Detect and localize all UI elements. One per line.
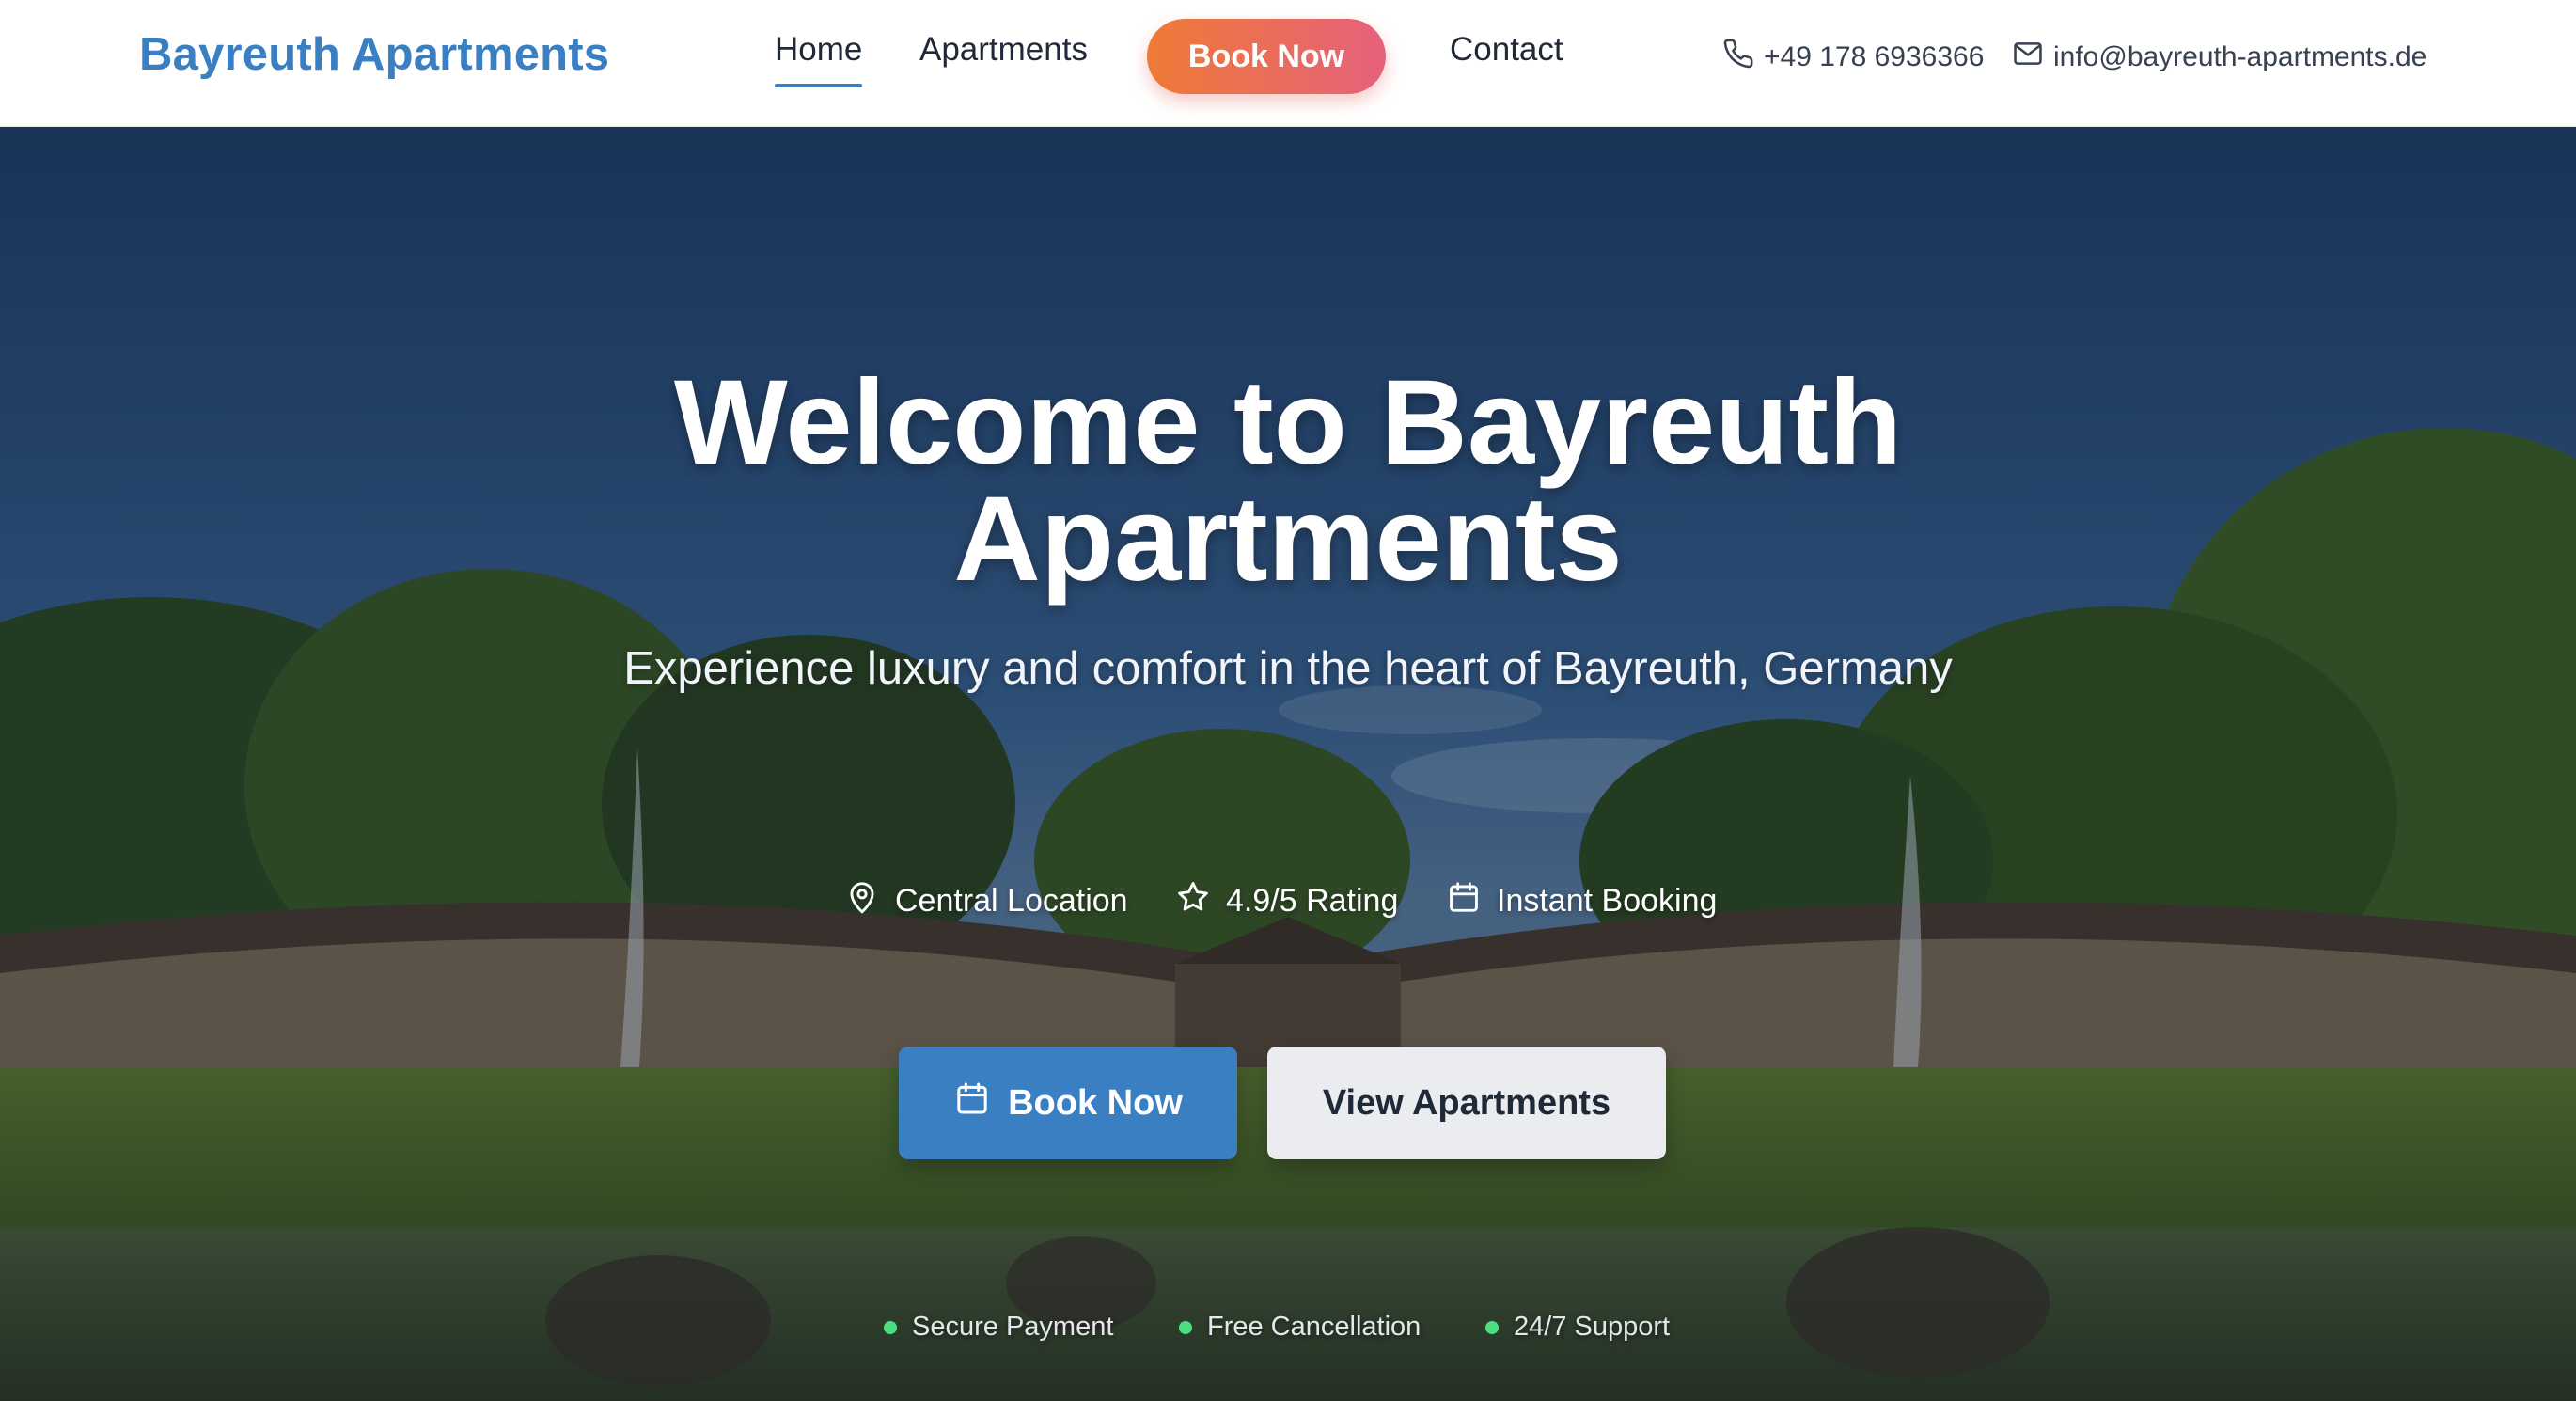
- contact-email-text: info@bayreuth-apartments.de: [2053, 41, 2427, 72]
- hero-subtitle: Experience luxury and comfort in the hea…: [623, 643, 1953, 694]
- trust-badge-label: Free Cancellation: [1207, 1312, 1422, 1342]
- trust-badge-secure-payment: Secure Payment: [884, 1312, 1113, 1343]
- feature-rating: 4.9/5 Rating: [1175, 879, 1398, 923]
- phone-icon: [1722, 38, 1754, 77]
- status-dot: [1179, 1320, 1192, 1334]
- hero-title-line-1: Welcome to Bayreuth: [673, 355, 1903, 490]
- trust-badge-free-cancellation: Free Cancellation: [1179, 1312, 1421, 1343]
- trust-badge-label: 24/7 Support: [1514, 1312, 1671, 1342]
- view-apartments-button[interactable]: View Apartments: [1267, 1047, 1666, 1159]
- feature-label: Instant Booking: [1497, 883, 1718, 919]
- calendar-icon: [1446, 879, 1482, 923]
- trust-badge-support: 24/7 Support: [1485, 1312, 1670, 1343]
- hero-title-line-2: Apartments: [953, 472, 1623, 606]
- map-pin-icon: [844, 879, 880, 923]
- status-dot: [1485, 1320, 1499, 1334]
- top-navbar: Bayreuth Apartments Home Apartments Book…: [0, 0, 2576, 127]
- status-dot: [884, 1320, 897, 1334]
- hero-dark-overlay: [0, 127, 2576, 1401]
- feature-label: Central Location: [895, 883, 1128, 919]
- nav-home-link[interactable]: Home: [775, 31, 863, 87]
- hero-section: Welcome to Bayreuth Apartments Experienc…: [0, 127, 2576, 1401]
- trust-badge-label: Secure Payment: [912, 1312, 1114, 1342]
- nav-apartments-link[interactable]: Apartments: [919, 31, 1088, 69]
- nav-contact-link[interactable]: Contact: [1450, 31, 1563, 69]
- feature-central-location: Central Location: [844, 879, 1128, 923]
- feature-label: 4.9/5 Rating: [1226, 883, 1399, 919]
- contact-email-link[interactable]: info@bayreuth-apartments.de: [2012, 38, 2427, 77]
- contact-phone-text: +49 178 6936366: [1764, 41, 1985, 72]
- calendar-icon: [953, 1079, 991, 1126]
- hero-book-now-button[interactable]: Book Now: [899, 1047, 1237, 1159]
- hero-book-now-label: Book Now: [1008, 1082, 1183, 1123]
- brand-logo[interactable]: Bayreuth Apartments: [139, 28, 609, 81]
- mail-icon: [2012, 38, 2044, 77]
- feature-instant-booking: Instant Booking: [1446, 879, 1717, 923]
- contact-phone-link[interactable]: +49 178 6936366: [1722, 38, 1984, 77]
- star-icon: [1175, 879, 1211, 923]
- nav-book-now-button[interactable]: Book Now: [1147, 19, 1386, 94]
